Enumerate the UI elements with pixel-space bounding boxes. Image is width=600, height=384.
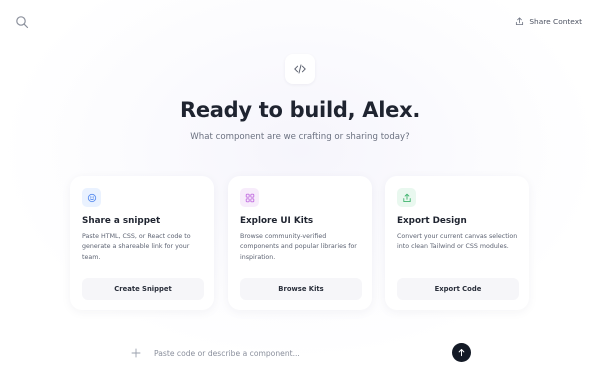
export-code-button[interactable]: Export Code [397,278,519,300]
grid-icon [240,188,259,207]
page-subtitle: What component are we crafting or sharin… [190,132,410,142]
card-share-snippet: Share a snippet Paste HTML, CSS, or Reac… [70,176,214,310]
search-icon[interactable] [15,14,29,29]
smile-icon [82,188,101,207]
create-snippet-button[interactable]: Create Snippet [82,278,204,300]
card-export-design: Export Design Convert your current canva… [385,176,529,310]
arrow-up-icon [458,349,465,357]
card-description: Convert your current canvas selection in… [397,233,518,251]
card-explore-ui-kits: Explore UI Kits Browse community-verifie… [228,176,372,310]
code-icon [285,54,315,84]
composer-bar [118,340,482,366]
page-title: Ready to build, Alex. [179,98,420,122]
share-icon [397,188,416,207]
card-title: Export Design [397,216,467,226]
send-button[interactable] [452,343,471,362]
card-title: Explore UI Kits [240,216,314,226]
share-icon [516,16,524,25]
share-context-button[interactable]: Share Context [515,14,582,28]
browse-kits-button[interactable]: Browse Kits [240,278,362,300]
card-description: Browse community-verified components and… [240,233,357,261]
plus-icon[interactable] [128,345,144,361]
card-title: Share a snippet [82,216,161,226]
composer-input[interactable] [154,345,434,361]
card-description: Paste HTML, CSS, or React code to genera… [82,233,191,261]
share-context-label: Share Context [529,16,582,26]
